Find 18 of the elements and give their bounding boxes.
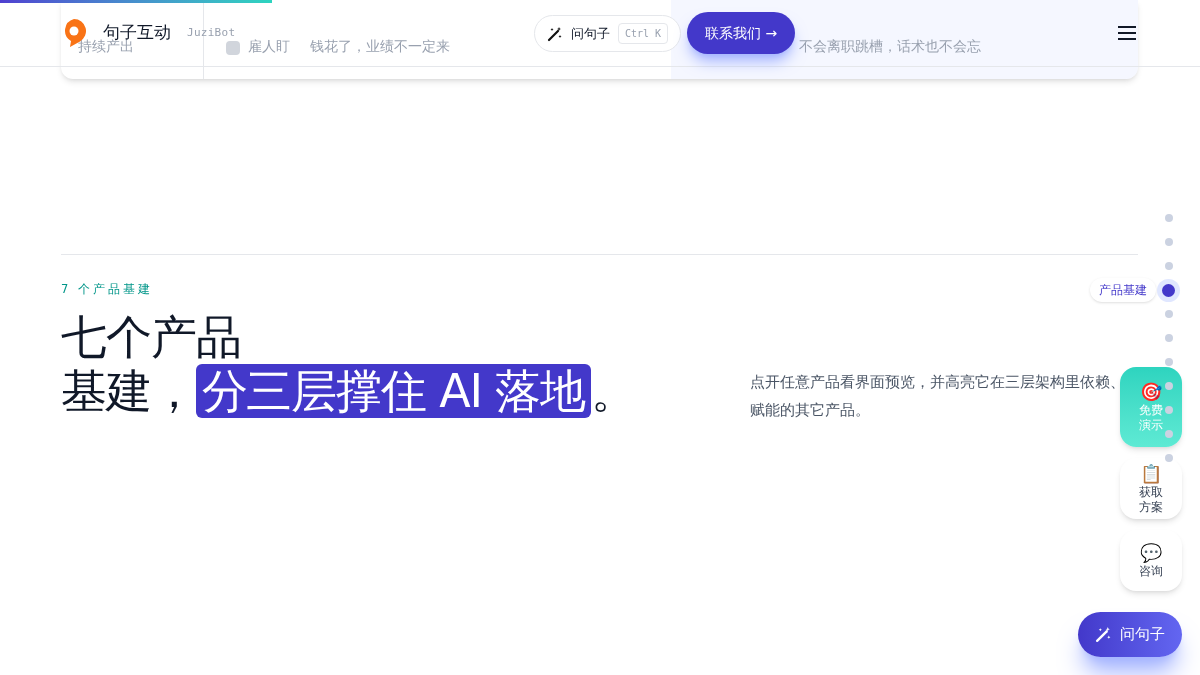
ask-ai-button[interactable]: 问句子 [1078, 612, 1182, 657]
brand-subtitle: JuziBot [187, 24, 236, 41]
magic-wand-icon [1095, 626, 1112, 643]
section-nav-label: 产品基建 [1090, 278, 1156, 302]
ask-button[interactable]: 问句子 Ctrl K [534, 15, 682, 52]
shortcut-hint: Ctrl K [618, 23, 669, 44]
cell-text: 不会离职跳槽，话术也不会忘 [799, 37, 981, 56]
tag-icon [226, 41, 240, 55]
magic-wand-icon [547, 25, 563, 42]
section-title: 七个产品 基建，分三层撑住 AI 落地。 [61, 310, 637, 419]
menu-icon[interactable] [1118, 26, 1136, 40]
cell-text: 钱花了，业绩不一定来 [310, 37, 450, 56]
plan-button[interactable]: 📋 获取方案 [1120, 458, 1182, 519]
cell-text: 持续产出 [78, 38, 134, 56]
tag-text: 雇人盯 [248, 37, 290, 56]
chat-button[interactable]: 💬 咨询 [1120, 530, 1182, 591]
section-eyebrow: 7 个产品基建 [61, 281, 154, 298]
contact-button[interactable]: 联系我们 → [687, 12, 796, 54]
